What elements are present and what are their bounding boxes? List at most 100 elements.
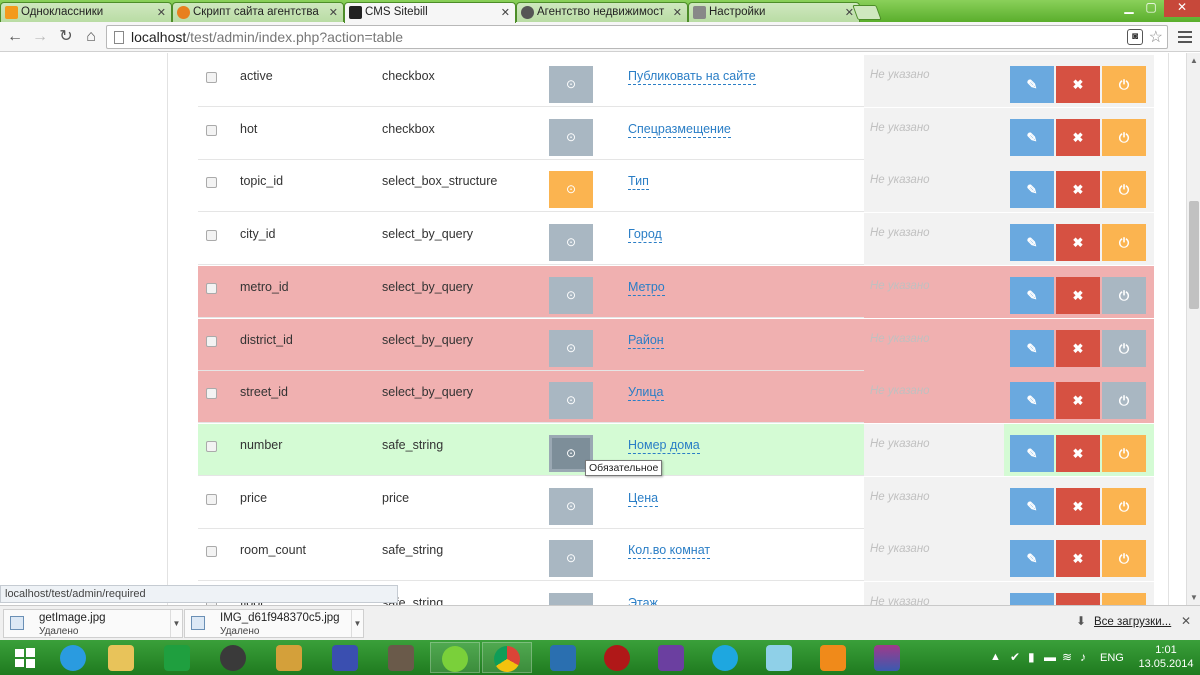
- delete-button[interactable]: ✖: [1056, 382, 1100, 420]
- ie-icon[interactable]: [48, 642, 98, 673]
- download-menu-chevron-icon[interactable]: ▼: [351, 610, 363, 637]
- start-button[interactable]: [0, 642, 50, 673]
- edit-button[interactable]: ✎: [1010, 66, 1054, 103]
- reload-icon[interactable]: ↻: [56, 27, 76, 47]
- delete-button[interactable]: ✖: [1056, 540, 1100, 578]
- tab-cms-sitebill[interactable]: CMS Sitebill ✕: [344, 2, 516, 23]
- all-downloads-link[interactable]: Все загрузки...: [1094, 616, 1171, 628]
- field-title-link[interactable]: Улица: [628, 385, 664, 402]
- bookmark-star-icon[interactable]: ☆: [1149, 27, 1163, 47]
- required-toggle-button[interactable]: ⊙: [549, 540, 593, 578]
- tab-agency[interactable]: Агентство недвижимост ✕: [516, 2, 688, 22]
- scrollbar-thumb[interactable]: [1189, 201, 1199, 309]
- skype-icon[interactable]: [700, 642, 750, 673]
- row-select-checkbox[interactable]: [206, 388, 217, 400]
- edit-button[interactable]: ✎: [1010, 540, 1054, 578]
- required-toggle-button[interactable]: ⊙: [549, 593, 593, 605]
- row-select-checkbox[interactable]: [206, 72, 217, 83]
- tray-wifi-icon[interactable]: ≋: [1062, 650, 1072, 664]
- edit-button[interactable]: ✎: [1010, 329, 1054, 367]
- edit-button[interactable]: ✎: [1010, 382, 1054, 420]
- field-title-link[interactable]: Номер дома: [628, 438, 700, 454]
- required-toggle-button[interactable]: ⊙: [549, 382, 593, 420]
- close-icon[interactable]: ✕: [157, 6, 166, 19]
- forward-arrow-icon[interactable]: →: [30, 27, 50, 47]
- close-icon[interactable]: ✕: [501, 6, 510, 19]
- required-toggle-button[interactable]: ⊙: [549, 224, 593, 262]
- download-item[interactable]: IMG_d61f948370c5.jpg Удалено ▼: [184, 609, 364, 638]
- required-toggle-button[interactable]: ⊙: [549, 276, 593, 314]
- delete-button[interactable]: ✖: [1056, 593, 1100, 605]
- tray-volume-icon[interactable]: ♪: [1080, 650, 1086, 664]
- scroll-down-icon[interactable]: ▼: [1190, 593, 1198, 602]
- edit-button[interactable]: ✎: [1010, 171, 1054, 209]
- row-select-checkbox[interactable]: [206, 546, 217, 558]
- row-select-checkbox[interactable]: [206, 230, 217, 242]
- game-icon[interactable]: [376, 642, 426, 673]
- toggle-active-button[interactable]: ⏻: [1102, 329, 1146, 367]
- edit-button[interactable]: ✎: [1010, 224, 1054, 262]
- delete-button[interactable]: ✖: [1056, 487, 1100, 525]
- field-title-link[interactable]: Район: [628, 333, 664, 349]
- required-toggle-button[interactable]: ⊙: [549, 66, 593, 103]
- media-icon[interactable]: [808, 642, 858, 673]
- address-bar[interactable]: localhost/test/admin/index.php?action=ta…: [106, 25, 1168, 49]
- edit-button[interactable]: ✎: [1010, 434, 1054, 472]
- required-toggle-button[interactable]: ⊙: [549, 329, 593, 367]
- field-title-link[interactable]: Этаж: [628, 596, 658, 605]
- required-toggle-button[interactable]: ⊙: [549, 171, 593, 209]
- toggle-active-button[interactable]: ⏻: [1102, 171, 1146, 209]
- download-menu-chevron-icon[interactable]: ▼: [170, 610, 182, 637]
- extension-icon[interactable]: ◙: [1127, 29, 1143, 45]
- tray-battery-icon[interactable]: ▬: [1044, 650, 1056, 664]
- close-icon[interactable]: ✕: [329, 6, 338, 19]
- chrome-icon[interactable]: [482, 642, 532, 673]
- row-select-checkbox[interactable]: [206, 440, 217, 452]
- tray-network-icon[interactable]: ▮: [1028, 650, 1035, 664]
- field-title-link[interactable]: Цена: [628, 491, 659, 507]
- toggle-active-button[interactable]: ⏻: [1102, 382, 1146, 420]
- toggle-active-button[interactable]: ⏻: [1102, 118, 1146, 156]
- toggle-active-button[interactable]: ⏻: [1102, 434, 1146, 472]
- back-arrow-icon[interactable]: ←: [5, 27, 25, 47]
- close-icon[interactable]: ✕: [673, 6, 682, 19]
- edit-button[interactable]: ✎: [1010, 487, 1054, 525]
- explorer-icon[interactable]: [96, 642, 146, 673]
- minimize-icon[interactable]: ▁: [1118, 0, 1140, 17]
- close-shelf-icon[interactable]: ✕: [1181, 614, 1191, 628]
- toggle-active-button[interactable]: ⏻: [1102, 540, 1146, 578]
- settings-icon[interactable]: [538, 642, 588, 673]
- delete-button[interactable]: ✖: [1056, 276, 1100, 314]
- tab-odnoklassniki[interactable]: Одноклассники ✕: [0, 2, 172, 22]
- row-select-checkbox[interactable]: [206, 335, 217, 347]
- field-title-link[interactable]: Метро: [628, 280, 665, 296]
- tray-shield-icon[interactable]: ✔: [1010, 650, 1020, 664]
- photo-icon[interactable]: [264, 642, 314, 673]
- delete-button[interactable]: ✖: [1056, 434, 1100, 472]
- field-title-link[interactable]: Город: [628, 227, 662, 244]
- edit-button[interactable]: ✎: [1010, 276, 1054, 314]
- toggle-active-button[interactable]: ⏻: [1102, 487, 1146, 525]
- toggle-active-button[interactable]: ⏻: [1102, 276, 1146, 314]
- save-icon[interactable]: [320, 642, 370, 673]
- field-title-link[interactable]: Публиковать на сайте: [628, 69, 756, 85]
- row-select-checkbox[interactable]: [206, 177, 217, 189]
- icq-icon[interactable]: [430, 642, 480, 673]
- field-title-link[interactable]: Кол.во комнат: [628, 543, 711, 560]
- delete-button[interactable]: ✖: [1056, 171, 1100, 209]
- field-title-link[interactable]: Спецразмещение: [628, 122, 731, 138]
- delete-button[interactable]: ✖: [1056, 329, 1100, 367]
- power-icon[interactable]: [592, 642, 642, 673]
- tab-settings[interactable]: Настройки ✕: [688, 2, 860, 22]
- winrar-icon[interactable]: [862, 642, 912, 673]
- delete-button[interactable]: ✖: [1056, 66, 1100, 103]
- edit-button[interactable]: ✎: [1010, 593, 1054, 605]
- vertical-scrollbar[interactable]: ▲ ▼: [1186, 53, 1200, 605]
- row-select-checkbox[interactable]: [206, 493, 217, 505]
- field-title-link[interactable]: Тип: [628, 174, 649, 191]
- scroll-up-icon[interactable]: ▲: [1190, 56, 1198, 65]
- toggle-active-button[interactable]: ⏻: [1102, 593, 1146, 605]
- row-select-checkbox[interactable]: [206, 124, 217, 136]
- window-close-icon[interactable]: ✕: [1164, 0, 1200, 17]
- required-toggle-button[interactable]: ⊙: [549, 487, 593, 525]
